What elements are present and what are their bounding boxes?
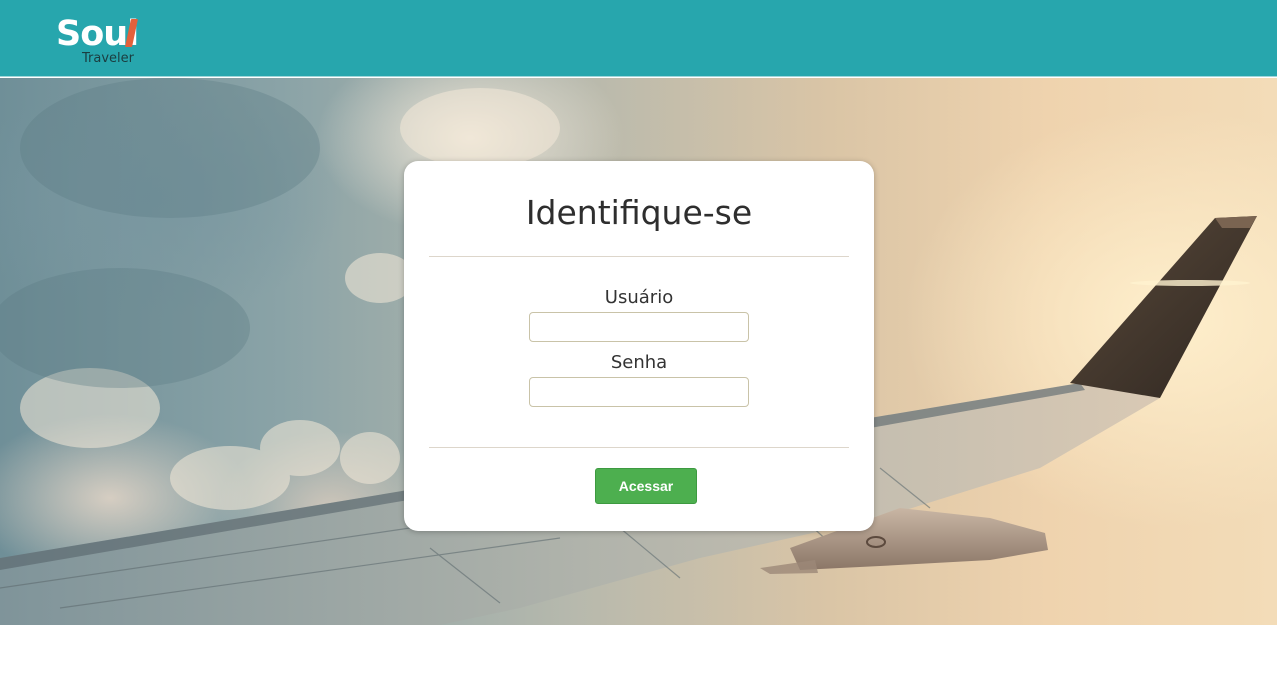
password-input[interactable] <box>529 377 749 407</box>
login-card: Identifique-se Usuário Senha Acessar <box>404 161 874 531</box>
logo-subtext: Traveler <box>82 51 134 66</box>
submit-button[interactable]: Acessar <box>595 468 697 504</box>
login-title: Identifique-se <box>525 193 753 232</box>
title-divider <box>429 256 849 257</box>
logo-text: Soul <box>56 14 139 54</box>
password-label: Senha <box>610 352 668 373</box>
username-label: Usuário <box>604 287 674 308</box>
top-header: Soul Traveler <box>0 0 1277 77</box>
form-divider <box>429 447 849 448</box>
username-input[interactable] <box>529 312 749 342</box>
logo[interactable]: Soul Traveler <box>56 14 166 70</box>
